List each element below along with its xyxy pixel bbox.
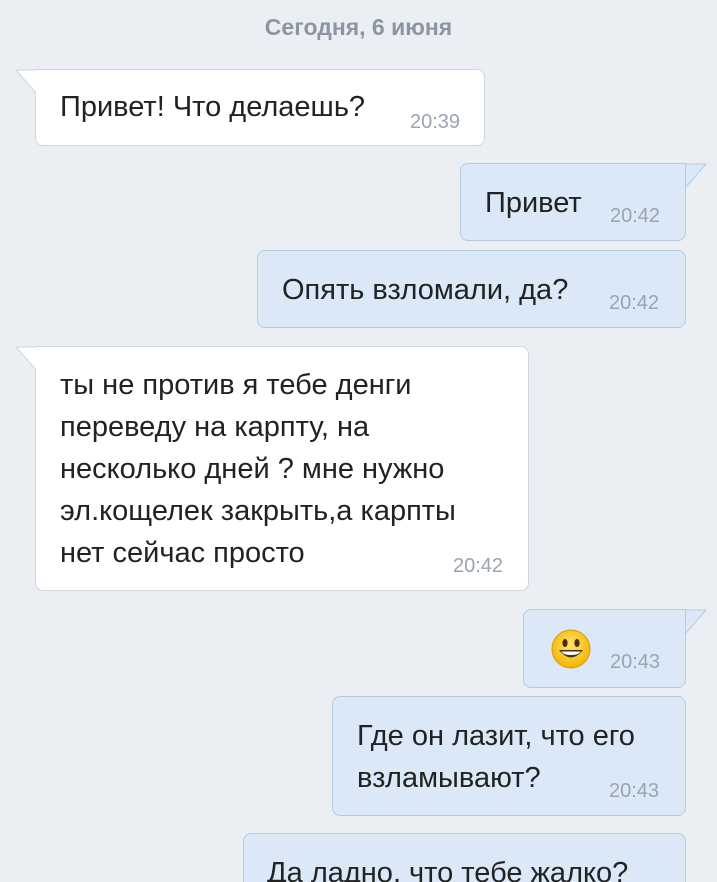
message-bubble-incoming[interactable]: Привет! Что делаешь? 20:39 (14, 69, 485, 146)
bubble-tail (685, 163, 708, 188)
message-bubble-incoming[interactable]: ты не против я тебе денги переведу на ка… (14, 346, 529, 591)
message-bubble-outgoing[interactable]: Где он лазит, что его взламывают? 20:43 (332, 696, 686, 816)
message-bubble-outgoing[interactable]: 20:43 (523, 609, 708, 688)
message-time: 20:43 (610, 651, 661, 673)
message-text: Привет (485, 187, 582, 219)
date-separator: Сегодня, 6 июня (264, 14, 453, 40)
message-time: 20:39 (410, 111, 461, 133)
message-text: ты не против я тебе денги переведу на ка… (60, 369, 456, 569)
message-text: Привет! Что делаешь? (60, 91, 366, 123)
message-time: 20:43 (609, 780, 660, 802)
message-text: Опять взломали, да? (282, 274, 569, 306)
message-bubble-outgoing[interactable]: Привет 20:42 (460, 163, 708, 241)
smiling-face-emoji-icon (551, 629, 591, 669)
message-time: 20:42 (609, 292, 660, 314)
message-bubble-outgoing[interactable]: Опять взломали, да? 20:42 (257, 250, 686, 328)
message-text: Да ладно, что тебе жалко? (267, 857, 629, 882)
message-time: 20:42 (453, 555, 504, 577)
bubble-tail (685, 609, 708, 634)
message-time: 20:42 (610, 205, 661, 227)
bubble-tail (14, 346, 37, 371)
bubble-tail (14, 69, 37, 94)
message-bubble-outgoing[interactable]: Да ладно, что тебе жалко? (243, 833, 686, 882)
message-text: Где он лазит, что его взламывают? (357, 720, 635, 794)
